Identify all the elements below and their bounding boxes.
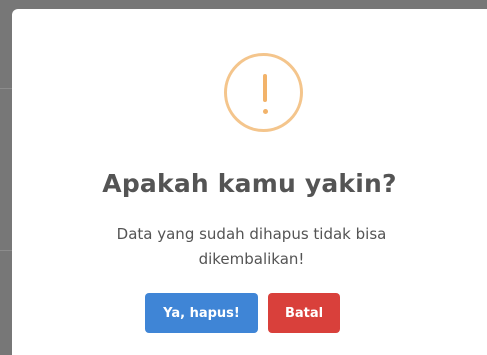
- dialog-message: Data yang sudah dihapus tidak bisa dikem…: [116, 225, 387, 268]
- exclamation-dot: [262, 109, 268, 114]
- exclamation-warning-icon: [224, 53, 303, 132]
- confirm-delete-button[interactable]: Ya, hapus!: [145, 293, 258, 333]
- backdrop-divider: [0, 88, 12, 89]
- exclamation-bar: [263, 74, 267, 102]
- cancel-button[interactable]: Batal: [268, 293, 340, 333]
- backdrop-divider: [0, 250, 12, 251]
- dialog-title: Apakah kamu yakin?: [102, 169, 397, 198]
